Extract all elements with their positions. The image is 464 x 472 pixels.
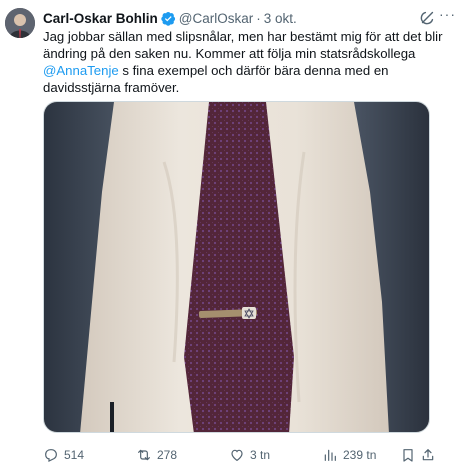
reply-count: 514 [64,448,85,462]
share-icon [422,449,434,461]
avatar[interactable] [5,8,35,38]
author-handle[interactable]: @CarlOskar [179,11,253,26]
reply-button[interactable]: 514 [43,447,84,463]
more-options-icon[interactable]: ··· [439,6,456,22]
tweet-photo[interactable] [43,101,430,433]
retweet-count: 278 [157,448,178,462]
views-button[interactable]: 239 tn [322,447,376,463]
header-separator: · [256,10,261,26]
retweet-icon [138,449,150,461]
tweet-text: Jag jobbar sällan med slipsnålar, men ha… [43,28,453,96]
views-count: 239 tn [343,448,377,462]
tweet-header: Carl-Oskar Bohlin @CarlOskar · 3 okt. [43,8,420,28]
like-count: 3 tn [250,448,271,462]
verified-badge-icon [161,11,175,26]
avatar-image [5,8,35,38]
action-bar: 514 278 3 tn 239 tn [43,446,455,464]
like-button[interactable]: 3 tn [229,447,270,463]
mention-link[interactable]: @AnnaTenje [43,63,119,78]
author-name[interactable]: Carl-Oskar Bohlin [43,11,158,26]
retweet-button[interactable]: 278 [136,447,177,463]
bookmark-icon [403,449,413,462]
heart-icon [231,449,243,462]
tweet-text-part1: Jag jobbar sällan med slipsnålar, men ha… [43,29,443,61]
grok-icon[interactable] [419,9,436,26]
bookmark-button[interactable] [400,447,421,463]
tweet-date[interactable]: 3 okt. [264,11,297,26]
reply-icon [45,449,57,462]
photo-tie-with-star-of-david-clip-icon [44,102,429,432]
tweet-card[interactable]: Carl-Oskar Bohlin @CarlOskar · 3 okt. ··… [0,0,464,472]
views-icon [324,449,336,461]
share-button[interactable] [420,447,441,463]
